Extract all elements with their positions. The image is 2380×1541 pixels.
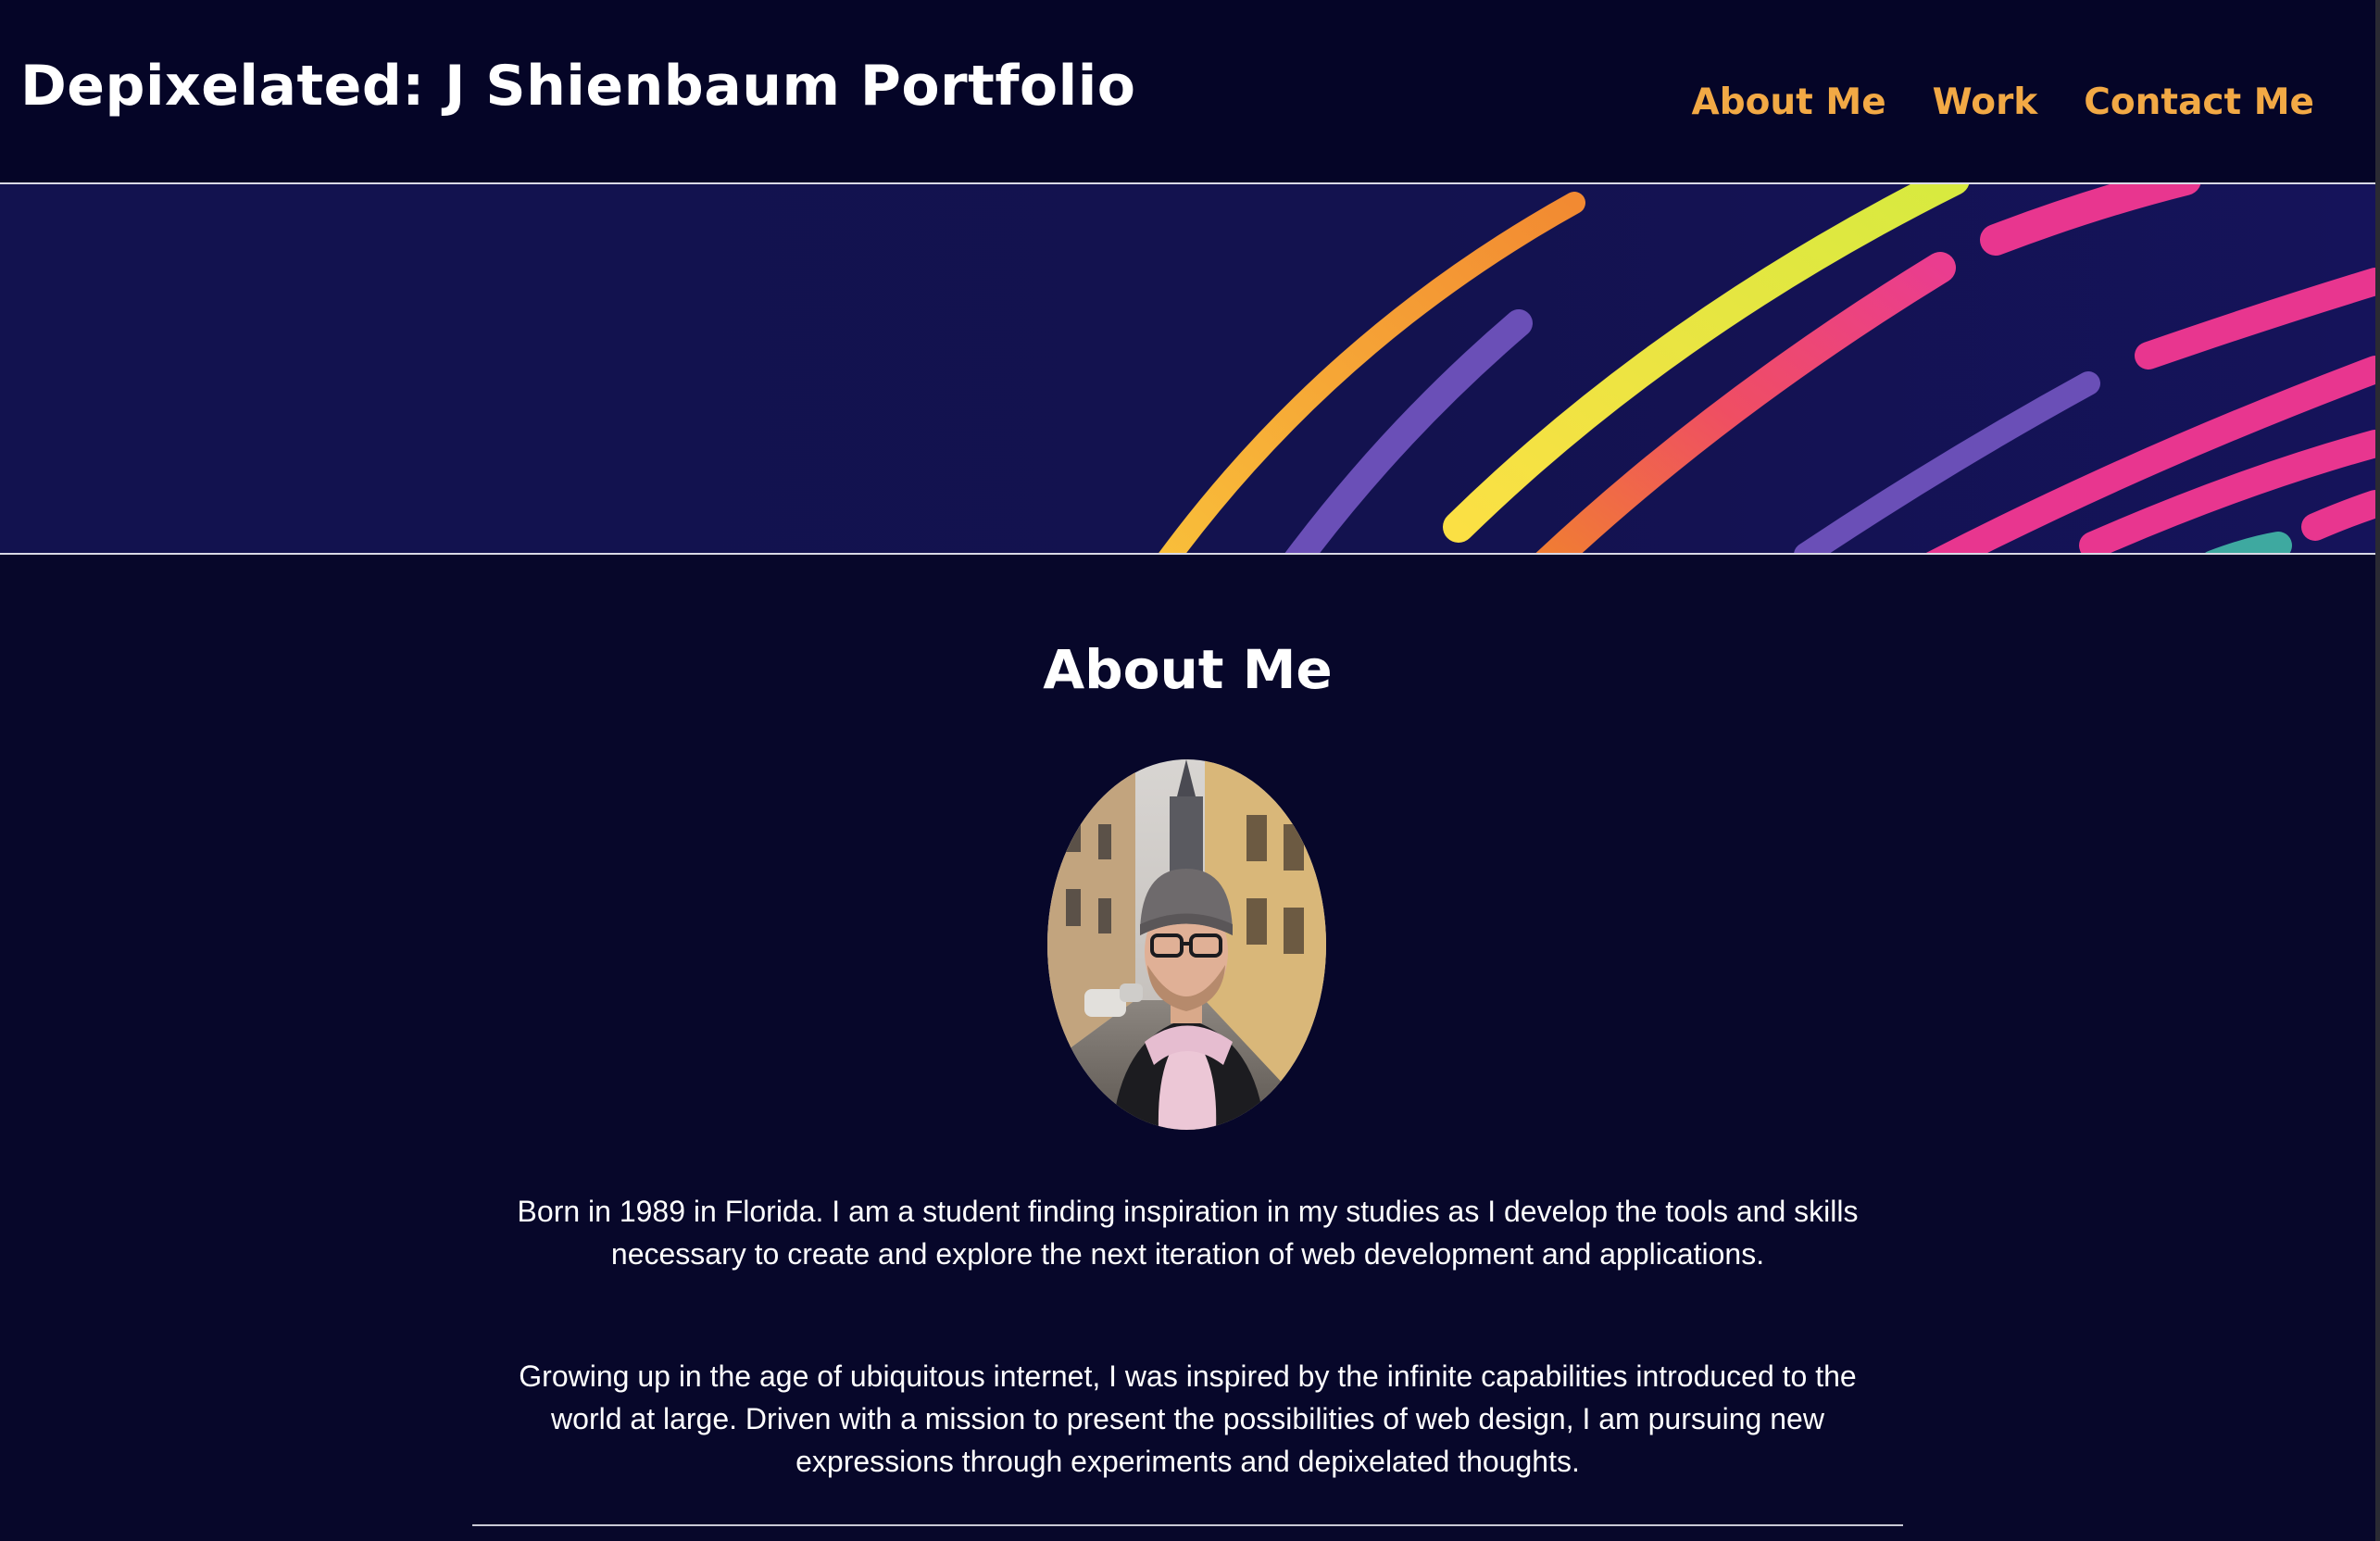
section-divider: [472, 1524, 1903, 1526]
site-header: Depixelated: J Shienbaum Portfolio About…: [0, 0, 2375, 182]
profile-photo: [1047, 759, 1326, 1130]
main-nav: About Me Work Contact Me: [1692, 81, 2314, 123]
window-edge: [2375, 0, 2380, 1541]
page: Depixelated: J Shienbaum Portfolio About…: [0, 0, 2380, 1541]
site-title[interactable]: Depixelated: J Shienbaum Portfolio: [20, 54, 1136, 119]
bio-paragraph-2: Growing up in the age of ubiquitous inte…: [519, 1359, 1857, 1478]
nav-contact-me[interactable]: Contact Me: [2084, 81, 2314, 123]
about-heading: About Me: [1043, 638, 1333, 701]
bio-paragraph-1: Born in 1989 in Florida. I am a student …: [517, 1195, 1859, 1271]
nav-about-me[interactable]: About Me: [1692, 81, 1886, 123]
hero-banner: [0, 184, 2375, 553]
rainbow-stripes-graphic: [1159, 184, 2375, 553]
portrait-photo-image: [1047, 759, 1326, 1130]
nav-work[interactable]: Work: [1933, 81, 2038, 123]
about-section: About Me Born in 1989 in Florida. I am a…: [0, 555, 2375, 1541]
